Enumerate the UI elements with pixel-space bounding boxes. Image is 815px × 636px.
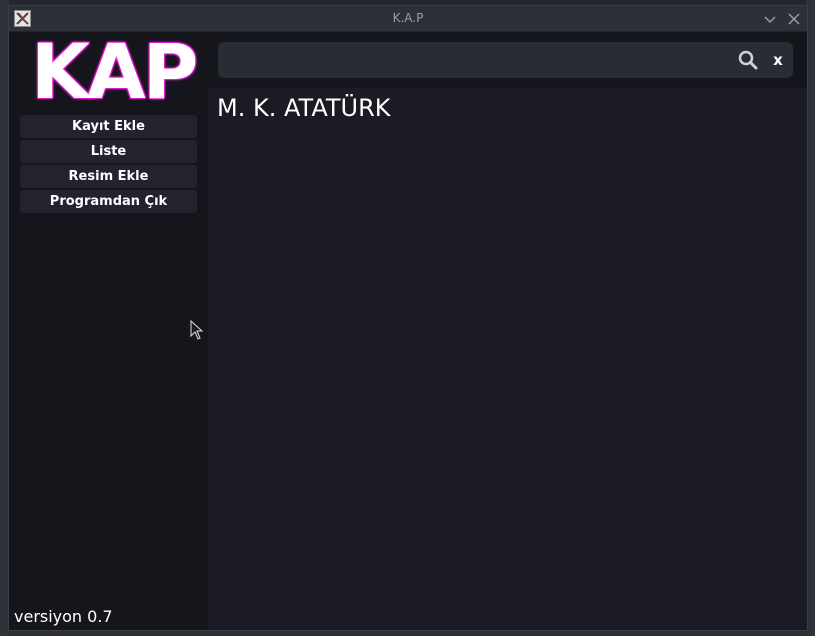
sidebar-menu: Kayıt Ekle Liste Resim Ekle Programdan Ç… <box>20 115 197 215</box>
app-logo: KAP <box>31 27 198 116</box>
close-button[interactable] <box>785 10 803 28</box>
clear-search-button[interactable]: x <box>770 50 786 70</box>
main-content: x M. K. ATATÜRK <box>208 32 807 630</box>
version-label: versiyon 0.7 <box>14 607 113 626</box>
minimize-button[interactable] <box>761 10 779 28</box>
exit-program-button[interactable]: Programdan Çık <box>20 190 197 213</box>
search-icon[interactable] <box>738 50 758 70</box>
app-window: K.A.P KAP Kayıt Ekle Liste Resim Ekle Pr… <box>8 5 808 631</box>
result-item[interactable]: M. K. ATATÜRK <box>217 94 391 122</box>
add-image-button[interactable]: Resim Ekle <box>20 165 197 188</box>
chevron-down-icon <box>764 16 776 24</box>
mouse-cursor-icon <box>190 320 204 340</box>
close-icon <box>788 13 800 25</box>
search-input[interactable] <box>226 48 726 72</box>
sidebar: KAP Kayıt Ekle Liste Resim Ekle Programd… <box>9 32 208 630</box>
search-bar: x <box>208 32 807 88</box>
search-box: x <box>218 42 793 78</box>
add-record-button[interactable]: Kayıt Ekle <box>20 115 197 138</box>
window-title: K.A.P <box>392 11 424 25</box>
list-button[interactable]: Liste <box>20 140 197 163</box>
